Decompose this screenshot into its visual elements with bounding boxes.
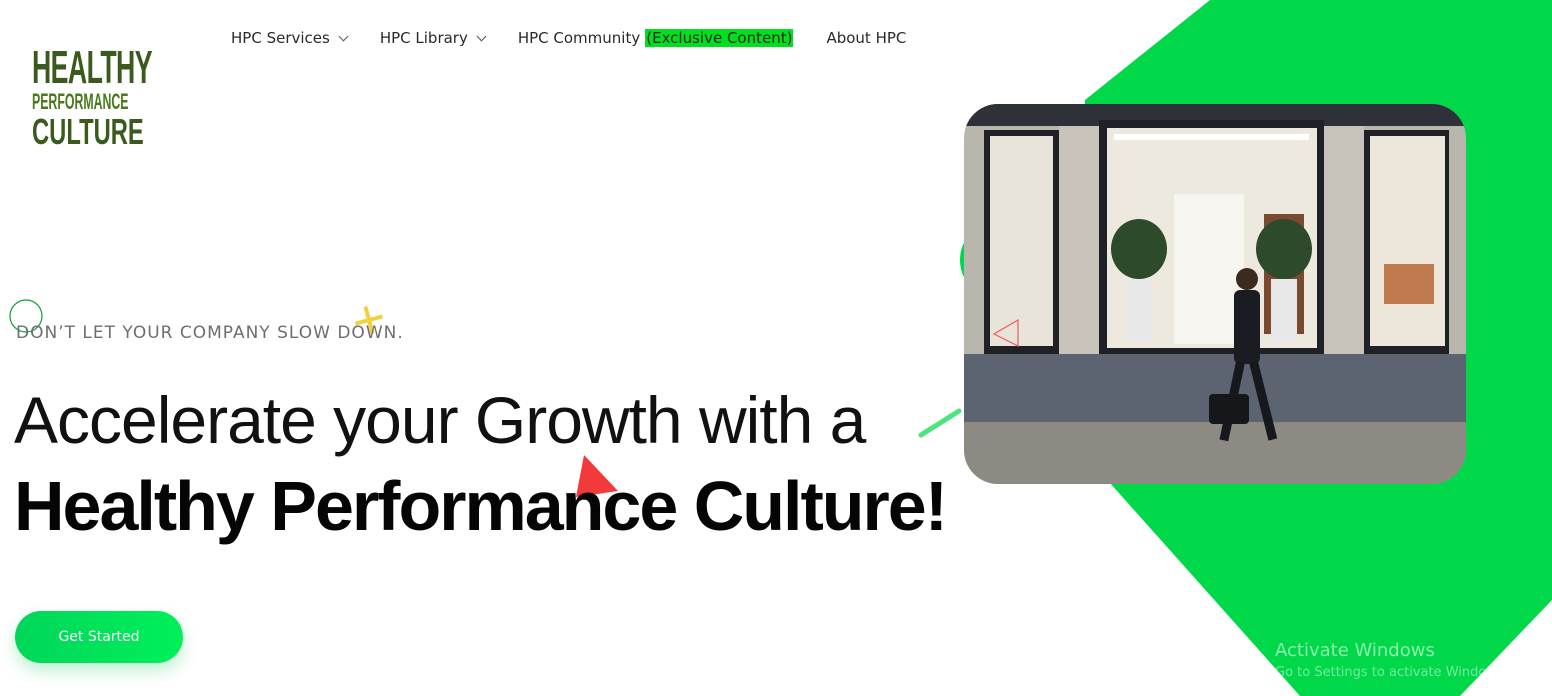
nav-item-hpc-services[interactable]: HPC Services	[231, 29, 349, 47]
main-navigation: HPC Services HPC Library HPC Community (…	[231, 27, 939, 49]
nav-item-hpc-library[interactable]: HPC Library	[379, 29, 487, 47]
hero-headline-line1: Accelerate your Growth with a	[14, 383, 866, 457]
watermark-title: Activate Windows	[1275, 640, 1435, 661]
logo-line-healthy: HEALTHY	[32, 41, 153, 93]
hero-headline-line2: Healthy Performance Culture!	[14, 467, 948, 545]
logo[interactable]: HEALTHY PERFORMANCE CULTURE	[32, 41, 153, 152]
chevron-down-icon	[338, 31, 349, 41]
activate-windows-watermark: Activate Windows Go to Settings to activ…	[1275, 640, 1508, 680]
chevron-down-icon	[476, 31, 487, 41]
nav-item-hpc-community[interactable]: HPC Community (Exclusive Content)	[518, 29, 794, 47]
watermark-subtitle: Go to Settings to activate Windows.	[1275, 665, 1508, 680]
logo-line-culture: CULTURE	[32, 110, 144, 152]
exclusive-content-highlight: (Exclusive Content)	[645, 29, 794, 47]
nav-label: HPC Services	[231, 29, 330, 47]
nav-label: HPC Library	[379, 29, 468, 47]
get-started-button[interactable]: Get Started	[15, 611, 183, 663]
nav-item-about-hpc[interactable]: About HPC	[826, 29, 906, 47]
logo-line-performance: PERFORMANCE	[32, 88, 129, 114]
nav-label: About HPC	[826, 29, 907, 47]
decorative-green-streak	[918, 408, 962, 438]
hero-photo	[964, 104, 1466, 484]
decorative-triangle-outline	[992, 318, 1019, 347]
office-storefront-image	[964, 104, 1466, 484]
hero-tagline: DON’T LET YOUR COMPANY SLOW DOWN.	[16, 323, 404, 343]
nav-label: HPC Community	[517, 29, 641, 47]
